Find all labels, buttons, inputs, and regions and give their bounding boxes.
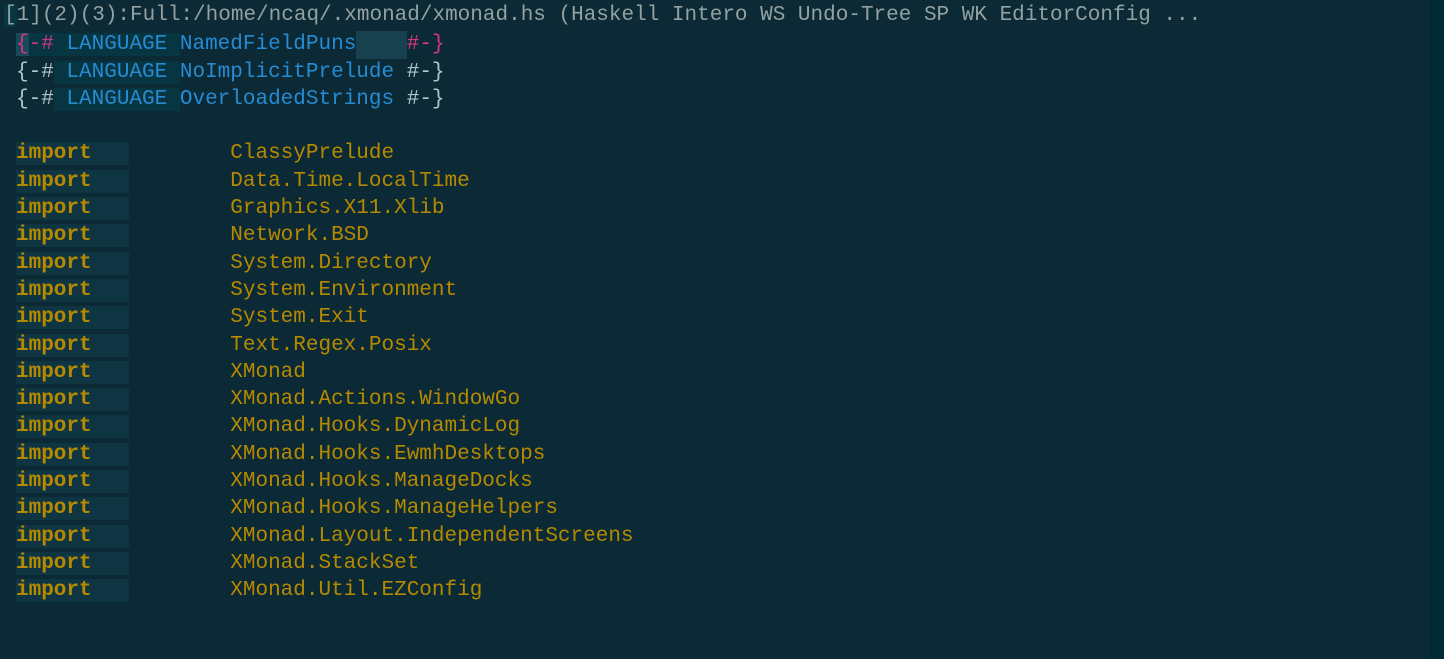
import-line: import XMonad.Actions.WindowGo [16, 386, 1428, 413]
import-keyword: import [16, 579, 92, 602]
module-name: System.Directory [230, 252, 432, 275]
module-name: XMonad.Hooks.EwmhDesktops [230, 443, 545, 466]
import-line: import Data.Time.LocalTime [16, 168, 1428, 195]
import-line: import System.Environment [16, 277, 1428, 304]
module-name: Network.BSD [230, 224, 369, 247]
module-name: System.Exit [230, 306, 369, 329]
import-keyword: import [16, 552, 92, 575]
module-name: XMonad [230, 361, 306, 384]
import-line: import System.Exit [16, 304, 1428, 331]
import-line: import XMonad.Util.EZConfig [16, 577, 1428, 604]
import-line: import XMonad [16, 359, 1428, 386]
import-line: import XMonad.Hooks.ManageHelpers [16, 495, 1428, 522]
language-keyword: LANGUAGE [66, 33, 167, 56]
import-keyword: import [16, 170, 92, 193]
pragma-open-brace: { [16, 33, 29, 56]
module-name: XMonad.Layout.IndependentScreens [230, 525, 633, 548]
module-name: System.Environment [230, 279, 457, 302]
pragma-open: {-# [16, 88, 54, 111]
import-keyword: import [16, 388, 92, 411]
module-name: XMonad.Hooks.DynamicLog [230, 415, 520, 438]
import-line: import Text.Regex.Posix [16, 332, 1428, 359]
import-line: import XMonad.Hooks.EwmhDesktops [16, 441, 1428, 468]
pragma-close: #-} [407, 33, 445, 56]
pragma-name: NoImplicitPrelude [180, 61, 394, 84]
import-keyword: import [16, 361, 92, 384]
module-name: XMonad.Hooks.ManageHelpers [230, 497, 558, 520]
import-keyword: import [16, 415, 92, 438]
import-keyword: import [16, 306, 92, 329]
pragma-line: {-# LANGUAGE OverloadedStrings #-} [16, 86, 1428, 113]
import-line: import XMonad.Hooks.DynamicLog [16, 413, 1428, 440]
module-name: XMonad.Util.EZConfig [230, 579, 482, 602]
pragma-line: {-# LANGUAGE NamedFieldPuns #-} [16, 31, 1428, 58]
scrollbar[interactable] [1430, 0, 1444, 659]
language-keyword: LANGUAGE [66, 88, 167, 111]
import-keyword: import [16, 443, 92, 466]
pragma-line: {-# LANGUAGE NoImplicitPrelude #-} [16, 59, 1428, 86]
import-line: import ClassyPrelude [16, 140, 1428, 167]
pragma-name: OverloadedStrings [180, 88, 394, 111]
import-line: import System.Directory [16, 250, 1428, 277]
import-keyword: import [16, 279, 92, 302]
import-line: import Graphics.X11.Xlib [16, 195, 1428, 222]
import-keyword: import [16, 224, 92, 247]
import-keyword: import [16, 470, 92, 493]
pragma-name: NamedFieldPuns [180, 33, 356, 56]
code-editor[interactable]: {-# LANGUAGE NamedFieldPuns #-}{-# LANGU… [0, 31, 1444, 604]
module-name: Text.Regex.Posix [230, 334, 432, 357]
import-keyword: import [16, 252, 92, 275]
module-name: ClassyPrelude [230, 142, 394, 165]
module-name: XMonad.Actions.WindowGo [230, 388, 520, 411]
import-keyword: import [16, 197, 92, 220]
import-keyword: import [16, 334, 92, 357]
module-name: XMonad.StackSet [230, 552, 419, 575]
import-keyword: import [16, 142, 92, 165]
pragma-close: #-} [407, 88, 445, 111]
mode-line: [1](2)(3):Full:/home/ncaq/.xmonad/xmonad… [0, 0, 1444, 31]
pragma-close: #-} [407, 61, 445, 84]
import-line: import Network.BSD [16, 222, 1428, 249]
pragma-open-rest: -# [29, 33, 54, 56]
module-name: XMonad.Hooks.ManageDocks [230, 470, 532, 493]
module-name: Data.Time.LocalTime [230, 170, 469, 193]
import-line: import XMonad.Hooks.ManageDocks [16, 468, 1428, 495]
import-line: import XMonad.StackSet [16, 550, 1428, 577]
import-keyword: import [16, 525, 92, 548]
language-keyword: LANGUAGE [66, 61, 167, 84]
module-name: Graphics.X11.Xlib [230, 197, 444, 220]
cursor-region [356, 31, 406, 58]
pragma-open: {-# [16, 61, 54, 84]
import-line: import XMonad.Layout.IndependentScreens [16, 523, 1428, 550]
import-keyword: import [16, 497, 92, 520]
